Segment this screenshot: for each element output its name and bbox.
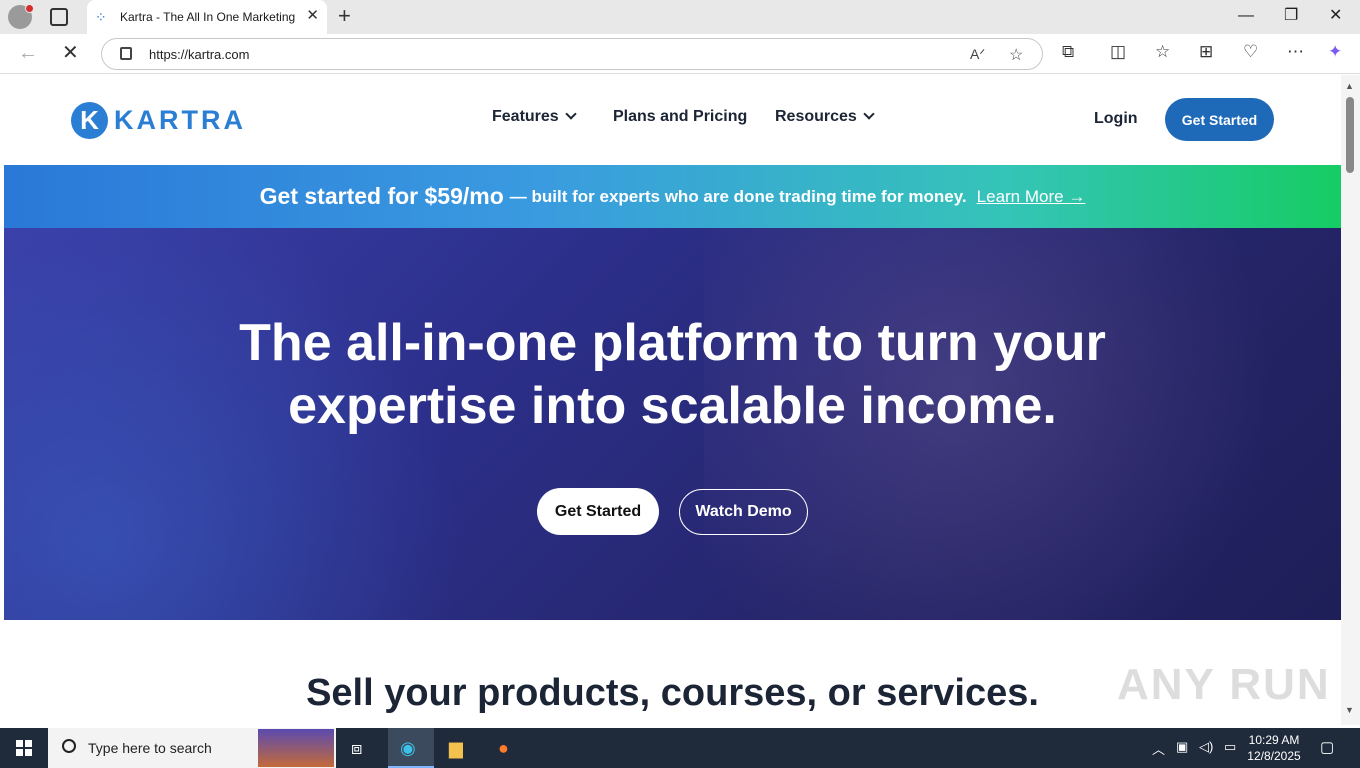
windows-taskbar: Type here to search ⧈ ◉ ▆ ● ︿ ▣ ◁) ▭ 10:… xyxy=(0,728,1360,768)
taskbar-search-box[interactable]: Type here to search xyxy=(48,728,336,768)
hero-get-started-button[interactable]: Get Started xyxy=(537,488,659,535)
nav-resources-label: Resources xyxy=(775,108,857,125)
edge-icon: ◉ xyxy=(400,738,416,758)
notifications-icon[interactable]: ▢ xyxy=(1320,738,1334,756)
clock-time: 10:29 AM xyxy=(1248,733,1300,747)
edge-taskbar-button[interactable]: ◉ xyxy=(388,728,434,768)
browser-tab[interactable]: ⁘ Kartra - The All In One Marketing ✕ xyxy=(87,0,327,34)
browser-toolbar: ← ✕ https://kartra.com Aᐟ ☆ ⧉ ◫ ☆ ⊞ ♡ ⋯ … xyxy=(0,34,1360,74)
anyrun-watermark: ANY RUN xyxy=(1117,660,1331,709)
nav-plans-pricing[interactable]: Plans and Pricing xyxy=(613,108,747,126)
tab-title: Kartra - The All In One Marketing xyxy=(120,10,296,24)
volume-icon[interactable]: ◁) xyxy=(1199,739,1213,755)
split-screen-icon[interactable]: ◫ xyxy=(1110,42,1126,62)
hero-heading: The all-in-one platform to turn your exp… xyxy=(4,312,1341,438)
logo-mark: K xyxy=(71,101,108,139)
show-hidden-icons-icon[interactable]: ︿ xyxy=(1152,739,1165,758)
nav-resources[interactable]: Resources xyxy=(775,108,875,126)
favorites-icon[interactable]: ☆ xyxy=(1155,42,1170,62)
read-aloud-icon[interactable]: Aᐟ xyxy=(970,46,985,63)
tab-actions-icon[interactable] xyxy=(50,8,68,26)
favorite-star-icon[interactable]: ☆ xyxy=(1009,45,1023,65)
hero-section: The all-in-one platform to turn your exp… xyxy=(4,228,1341,620)
login-link[interactable]: Login xyxy=(1094,110,1138,128)
promo-banner: Get started for $59/mo — built for exper… xyxy=(4,165,1341,228)
header-get-started-button[interactable]: Get Started xyxy=(1165,98,1274,141)
collections-icon[interactable]: ⊞ xyxy=(1199,42,1213,62)
new-tab-icon[interactable]: + xyxy=(338,4,351,28)
logo-text: KARTRA xyxy=(114,104,246,135)
back-icon[interactable]: ← xyxy=(18,42,38,64)
meet-now-icon[interactable]: ▣ xyxy=(1176,739,1188,755)
learn-more-link[interactable]: Learn More → xyxy=(977,187,1086,207)
search-icon xyxy=(62,739,76,753)
nav-features-label: Features xyxy=(492,108,559,125)
site-header: K KARTRA Features Plans and Pricing Reso… xyxy=(4,75,1341,165)
copilot-icon[interactable]: ✦ xyxy=(1328,42,1342,62)
close-tab-icon[interactable]: ✕ xyxy=(306,8,319,24)
task-view-icon[interactable]: ⧈ xyxy=(351,736,362,760)
loading-spinner-icon: ⁘ xyxy=(95,9,107,25)
hero-heading-line2: expertise into scalable income. xyxy=(288,377,1057,435)
url-text[interactable]: https://kartra.com xyxy=(149,47,249,62)
scroll-up-icon[interactable]: ▲ xyxy=(1345,81,1354,91)
more-menu-icon[interactable]: ⋯ xyxy=(1287,42,1304,62)
search-highlight-image xyxy=(258,729,334,767)
promo-price-text: Get started for $59/mo xyxy=(259,183,504,209)
browser-essentials-icon[interactable]: ♡ xyxy=(1243,42,1258,62)
hero-heading-line1: The all-in-one platform to turn your xyxy=(239,314,1106,372)
taskbar-clock[interactable]: 10:29 AM 12/8/2025 xyxy=(1246,732,1302,764)
scrollbar-thumb[interactable] xyxy=(1346,97,1354,173)
minimize-icon[interactable]: — xyxy=(1238,6,1254,26)
promo-description: — built for experts who are done trading… xyxy=(509,186,967,206)
watch-demo-button[interactable]: Watch Demo xyxy=(679,489,808,535)
nav-plans-label: Plans and Pricing xyxy=(613,108,748,125)
page-scrollbar[interactable]: ▲ ▼ xyxy=(1341,75,1360,725)
chevron-down-icon xyxy=(863,108,875,120)
scroll-down-icon[interactable]: ▼ xyxy=(1345,705,1354,715)
search-placeholder: Type here to search xyxy=(88,740,212,756)
firefox-icon[interactable]: ● xyxy=(498,736,509,760)
chevron-down-icon xyxy=(565,108,577,120)
nav-features[interactable]: Features xyxy=(492,108,577,126)
kartra-logo[interactable]: K KARTRA xyxy=(71,101,246,139)
clock-date: 12/8/2025 xyxy=(1247,749,1301,763)
browser-titlebar: ⁘ Kartra - The All In One Marketing ✕ + … xyxy=(0,0,1360,34)
web-page: K KARTRA Features Plans and Pricing Reso… xyxy=(4,75,1341,725)
extensions-icon[interactable]: ⧉ xyxy=(1062,42,1074,62)
windows-start-icon[interactable] xyxy=(16,740,32,756)
close-window-icon[interactable]: ✕ xyxy=(1329,6,1342,26)
stop-loading-icon[interactable]: ✕ xyxy=(62,42,79,64)
profile-icon[interactable] xyxy=(8,4,34,29)
address-bar[interactable]: https://kartra.com Aᐟ ☆ xyxy=(101,38,1043,70)
network-icon[interactable]: ▭ xyxy=(1224,739,1236,755)
site-info-icon[interactable] xyxy=(120,47,132,60)
file-explorer-icon[interactable]: ▆ xyxy=(449,736,463,760)
restore-icon[interactable]: ❐ xyxy=(1284,6,1298,26)
